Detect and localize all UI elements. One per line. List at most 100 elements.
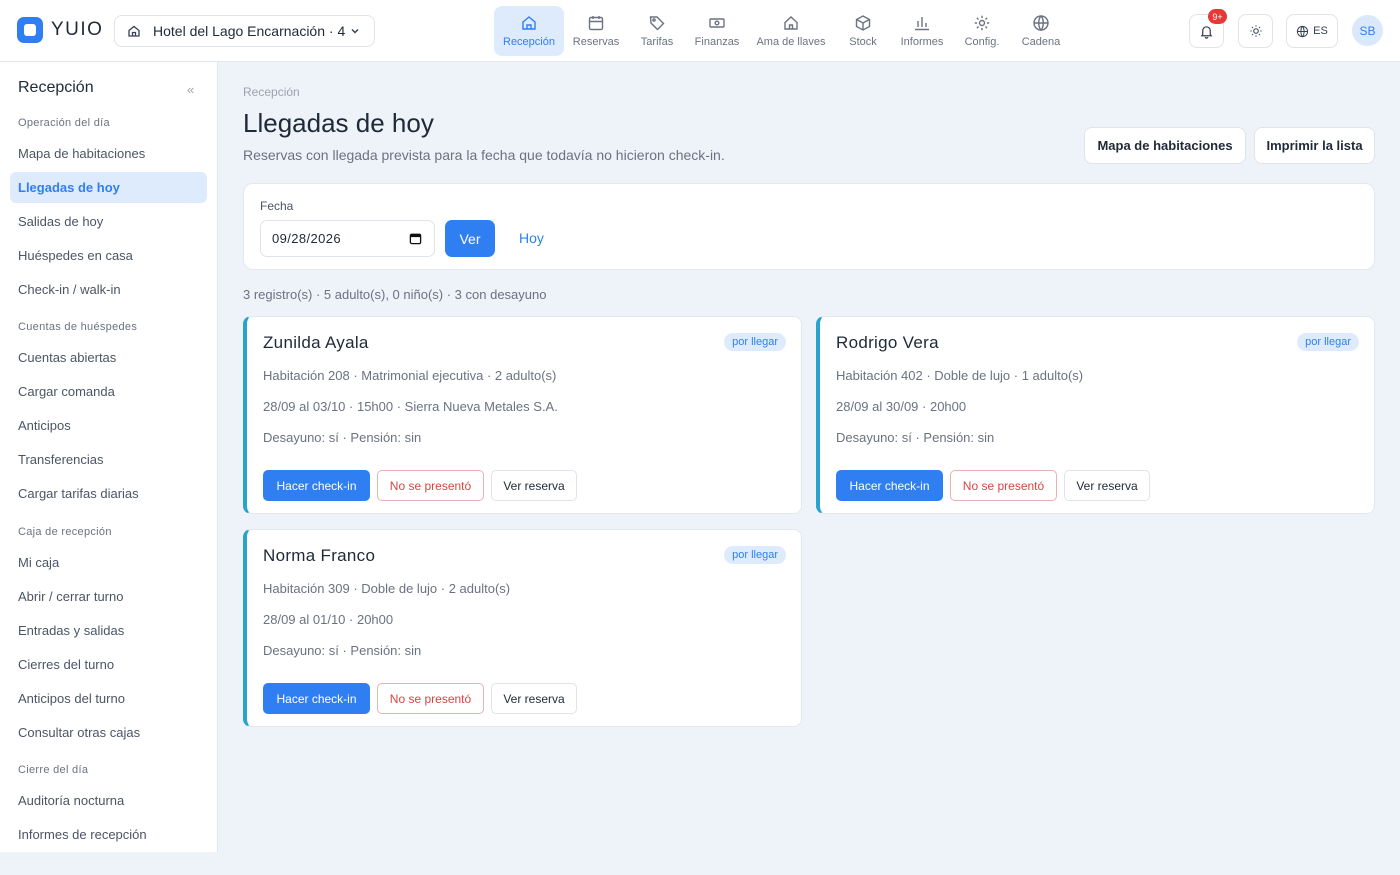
nav-label: Informes bbox=[900, 36, 944, 48]
sidebar-item-abrir-cerrar-turno[interactable]: Abrir / cerrar turno bbox=[10, 581, 207, 612]
calendar-icon[interactable] bbox=[409, 232, 422, 245]
nav-cadena[interactable]: Cadena bbox=[1012, 6, 1070, 56]
sidebar-item-mapa-habitaciones[interactable]: Mapa de habitaciones bbox=[10, 138, 207, 169]
nav-informes[interactable]: Informes bbox=[892, 6, 952, 56]
sidebar-title: Recepción bbox=[18, 79, 94, 96]
status-badge: por llegar bbox=[1297, 333, 1359, 351]
arrival-card: Rodrigo Vera por llegar Habitación 402 ·… bbox=[816, 316, 1375, 514]
sidebar-item-cuentas-abiertas[interactable]: Cuentas abiertas bbox=[10, 342, 207, 373]
language-button[interactable]: ES bbox=[1286, 14, 1338, 48]
house-icon bbox=[782, 14, 800, 32]
nav-stock[interactable]: Stock bbox=[834, 6, 892, 56]
sidebar-section-title: Caja de recepción bbox=[18, 526, 112, 538]
sidebar-section-title: Operación del día bbox=[18, 117, 110, 129]
main-nav: Recepción Reservas Tarifas Finanzas Ama … bbox=[494, 6, 1070, 56]
meal-info: Desayuno: sí · Pensión: sin bbox=[263, 643, 422, 658]
hotel-name: Hotel del Lago Encarnación · 4 bbox=[153, 23, 346, 39]
nav-label: Recepción bbox=[503, 36, 555, 48]
globe-icon bbox=[1032, 14, 1050, 32]
meal-info: Desayuno: sí · Pensión: sin bbox=[263, 430, 422, 445]
no-show-button[interactable]: No se presentó bbox=[950, 470, 1057, 501]
sidebar-item-llegadas-hoy[interactable]: Llegadas de hoy bbox=[10, 172, 207, 203]
calendar-icon bbox=[587, 14, 605, 32]
theme-toggle-button[interactable] bbox=[1238, 14, 1273, 48]
hotel-selector[interactable]: Hotel del Lago Encarnación · 4 bbox=[114, 15, 375, 47]
view-button[interactable]: Ver bbox=[445, 220, 495, 257]
room-info: Habitación 208 · Matrimonial ejecutiva ·… bbox=[263, 368, 557, 383]
home-icon bbox=[520, 14, 538, 32]
sidebar-item-entradas-salidas[interactable]: Entradas y salidas bbox=[10, 615, 207, 646]
nav-ama-de-llaves[interactable]: Ama de llaves bbox=[748, 6, 834, 56]
check-in-button[interactable]: Hacer check-in bbox=[836, 470, 943, 501]
sidebar-item-anticipos-turno[interactable]: Anticipos del turno bbox=[10, 683, 207, 714]
no-show-button[interactable]: No se presentó bbox=[377, 470, 484, 501]
sidebar-item-otras-cajas[interactable]: Consultar otras cajas bbox=[10, 717, 207, 748]
sidebar-item-cargar-comanda[interactable]: Cargar comanda bbox=[10, 376, 207, 407]
logo-text: YUIO bbox=[51, 19, 104, 40]
arrival-card: Zunilda Ayala por llegar Habitación 208 … bbox=[243, 316, 802, 514]
view-reservation-button[interactable]: Ver reserva bbox=[1064, 470, 1150, 501]
gear-icon bbox=[973, 14, 991, 32]
bell-icon bbox=[1199, 24, 1214, 39]
collapse-sidebar-button[interactable]: « bbox=[187, 82, 194, 97]
nav-finanzas[interactable]: Finanzas bbox=[686, 6, 748, 56]
stay-dates: 28/09 al 30/09 · 20h00 bbox=[836, 399, 967, 414]
logo-mark-icon bbox=[17, 17, 43, 43]
check-in-button[interactable]: Hacer check-in bbox=[263, 470, 370, 501]
sidebar-section-title: Cuentas de huéspedes bbox=[18, 321, 138, 333]
sidebar-item-anticipos[interactable]: Anticipos bbox=[10, 410, 207, 441]
date-label: Fecha bbox=[260, 199, 294, 213]
page-subtitle: Reservas con llegada prevista para la fe… bbox=[243, 147, 725, 163]
check-in-button[interactable]: Hacer check-in bbox=[263, 683, 370, 714]
no-show-button[interactable]: No se presentó bbox=[377, 683, 484, 714]
sidebar-section-title: Cierre del día bbox=[18, 764, 89, 776]
status-badge: por llegar bbox=[724, 546, 786, 564]
sidebar-item-cargar-tarifas[interactable]: Cargar tarifas diarias bbox=[10, 478, 207, 509]
today-button[interactable]: Hoy bbox=[519, 230, 544, 246]
date-input[interactable]: 09/28/2026 bbox=[260, 220, 435, 257]
guest-name: Rodrigo Vera bbox=[836, 333, 939, 352]
tag-icon bbox=[648, 14, 666, 32]
top-bar: YUIO Hotel del Lago Encarnación · 4 Rece… bbox=[0, 0, 1400, 62]
sidebar-item-salidas-hoy[interactable]: Salidas de hoy bbox=[10, 206, 207, 237]
building-icon bbox=[127, 24, 141, 38]
sidebar-item-transferencias[interactable]: Transferencias bbox=[10, 444, 207, 475]
box-icon bbox=[854, 14, 872, 32]
banknote-icon bbox=[708, 14, 726, 32]
sidebar-item-mi-caja[interactable]: Mi caja bbox=[10, 547, 207, 578]
sidebar-item-auditoria-nocturna[interactable]: Auditoría nocturna bbox=[10, 785, 207, 816]
app-logo[interactable]: YUIO bbox=[17, 17, 103, 43]
globe-icon bbox=[1296, 25, 1313, 38]
nav-label: Finanzas bbox=[694, 36, 740, 48]
sidebar-item-huespedes-casa[interactable]: Huéspedes en casa bbox=[10, 240, 207, 271]
sidebar-item-informes-recepcion[interactable]: Informes de recepción bbox=[10, 819, 207, 850]
nav-label: Tarifas bbox=[640, 36, 674, 48]
room-map-button[interactable]: Mapa de habitaciones bbox=[1084, 127, 1246, 164]
sun-icon bbox=[1249, 24, 1263, 38]
results-summary: 3 registro(s) · 5 adulto(s), 0 niño(s) ·… bbox=[243, 287, 547, 302]
nav-tarifas[interactable]: Tarifas bbox=[628, 6, 686, 56]
stay-dates: 28/09 al 03/10 · 15h00 · Sierra Nueva Me… bbox=[263, 399, 558, 414]
bar-chart-icon bbox=[913, 14, 931, 32]
page-title: Llegadas de hoy bbox=[243, 108, 434, 138]
print-list-button[interactable]: Imprimir la lista bbox=[1254, 127, 1375, 164]
nav-label: Ama de llaves bbox=[756, 36, 826, 48]
breadcrumb[interactable]: Recepción bbox=[243, 85, 300, 99]
meal-info: Desayuno: sí · Pensión: sin bbox=[836, 430, 995, 445]
stay-dates: 28/09 al 01/10 · 20h00 bbox=[263, 612, 394, 627]
nav-recepcion[interactable]: Recepción bbox=[494, 6, 564, 56]
nav-label: Stock bbox=[849, 36, 877, 48]
status-badge: por llegar bbox=[724, 333, 786, 351]
room-info: Habitación 402 · Doble de lujo · 1 adult… bbox=[836, 368, 1084, 383]
view-reservation-button[interactable]: Ver reserva bbox=[491, 470, 577, 501]
sidebar-item-check-in-walk-in[interactable]: Check-in / walk-in bbox=[10, 274, 207, 305]
notification-badge: 9+ bbox=[1208, 9, 1227, 24]
view-reservation-button[interactable]: Ver reserva bbox=[491, 683, 577, 714]
nav-label: Config. bbox=[964, 36, 1000, 48]
user-avatar[interactable]: SB bbox=[1352, 15, 1383, 46]
nav-config[interactable]: Config. bbox=[952, 6, 1012, 56]
date-filter-panel: Fecha 09/28/2026 Ver Hoy bbox=[243, 183, 1375, 270]
nav-label: Reservas bbox=[572, 36, 620, 48]
nav-reservas[interactable]: Reservas bbox=[564, 6, 628, 56]
sidebar-item-cierres-turno[interactable]: Cierres del turno bbox=[10, 649, 207, 680]
